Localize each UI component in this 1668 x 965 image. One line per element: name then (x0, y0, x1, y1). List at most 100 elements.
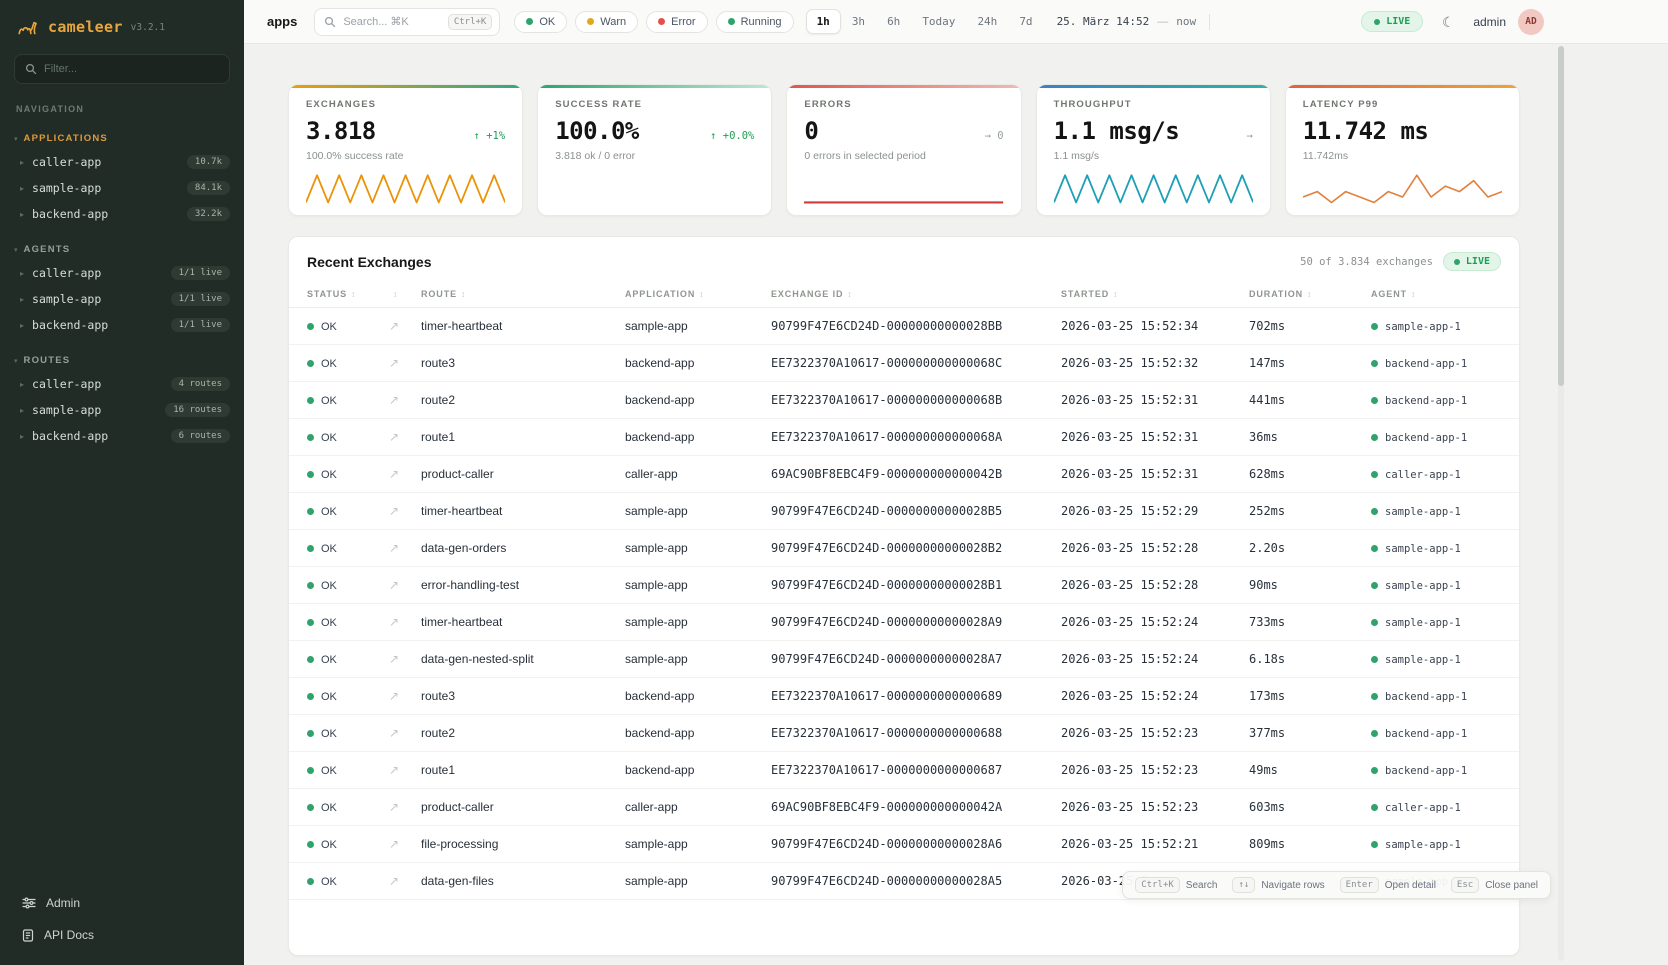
status-label: OK (321, 358, 337, 370)
sidebar-item[interactable]: ▸ sample-app 1/1 live (0, 286, 244, 312)
route-name[interactable]: product-caller (413, 456, 617, 493)
section-header-agents[interactable]: ▾ AGENTS (0, 239, 244, 260)
agent-name: caller-app-1 (1385, 802, 1461, 814)
table-row[interactable]: OK ↗ file-processing sample-app 90799F47… (289, 826, 1519, 863)
table-row[interactable]: OK ↗ timer-heartbeat sample-app 90799F47… (289, 604, 1519, 641)
live-badge[interactable]: LIVE (1361, 11, 1423, 32)
table-row[interactable]: OK ↗ route1 backend-app EE7322370A10617-… (289, 752, 1519, 789)
time-range-button[interactable]: 7d (1008, 9, 1043, 34)
table-row[interactable]: OK ↗ route1 backend-app EE7322370A10617-… (289, 419, 1519, 456)
table-row[interactable]: OK ↗ route3 backend-app EE7322370A10617-… (289, 678, 1519, 715)
section-header-routes[interactable]: ▾ ROUTES (0, 350, 244, 371)
route-name[interactable]: error-handling-test (413, 567, 617, 604)
route-name[interactable]: route3 (413, 678, 617, 715)
status-filter-chip[interactable]: OK (514, 11, 567, 33)
table-row[interactable]: OK ↗ product-caller caller-app 69AC90BF8… (289, 789, 1519, 826)
open-detail-icon[interactable]: ↗ (389, 430, 399, 444)
route-name[interactable]: data-gen-orders (413, 530, 617, 567)
agent-status-dot (1371, 508, 1378, 515)
open-detail-icon[interactable]: ↗ (389, 578, 399, 592)
time-range-button[interactable]: 1h (806, 9, 841, 34)
column-header[interactable]: AGENT↕ (1363, 281, 1519, 308)
agent-name: backend-app-1 (1385, 691, 1467, 703)
table-row[interactable]: OK ↗ data-gen-nested-split sample-app 90… (289, 641, 1519, 678)
agent-status-dot (1371, 656, 1378, 663)
sidebar-item[interactable]: ▸ backend-app 32.2k (0, 201, 244, 227)
open-detail-icon[interactable]: ↗ (389, 652, 399, 666)
table-row[interactable]: OK ↗ route3 backend-app EE7322370A10617-… (289, 345, 1519, 382)
time-range-button[interactable]: 24h (966, 9, 1008, 34)
sidebar-item[interactable]: ▸ backend-app 1/1 live (0, 312, 244, 338)
sidebar-item[interactable]: ▸ caller-app 1/1 live (0, 260, 244, 286)
duration-value: 173ms (1241, 678, 1363, 715)
scrollbar-thumb[interactable] (1558, 46, 1564, 386)
table-row[interactable]: OK ↗ error-handling-test sample-app 9079… (289, 567, 1519, 604)
column-header[interactable]: ↕ (381, 281, 413, 308)
sidebar-item[interactable]: ▸ sample-app 16 routes (0, 397, 244, 423)
open-detail-icon[interactable]: ↗ (389, 800, 399, 814)
table-row[interactable]: OK ↗ route2 backend-app EE7322370A10617-… (289, 715, 1519, 752)
open-detail-icon[interactable]: ↗ (389, 689, 399, 703)
table-row[interactable]: OK ↗ product-caller caller-app 69AC90BF8… (289, 456, 1519, 493)
route-name[interactable]: data-gen-nested-split (413, 641, 617, 678)
avatar[interactable]: AD (1518, 9, 1544, 35)
open-detail-icon[interactable]: ↗ (389, 837, 399, 851)
route-name[interactable]: route3 (413, 345, 617, 382)
dark-mode-toggle[interactable]: ☾ (1435, 9, 1461, 35)
route-name[interactable]: product-caller (413, 789, 617, 826)
global-search[interactable]: Ctrl+K (314, 8, 500, 36)
filter-input[interactable] (44, 63, 219, 75)
status-filter-chip[interactable]: Error (646, 11, 707, 33)
open-detail-icon[interactable]: ↗ (389, 763, 399, 777)
route-name[interactable]: timer-heartbeat (413, 493, 617, 530)
open-detail-icon[interactable]: ↗ (389, 541, 399, 555)
open-detail-icon[interactable]: ↗ (389, 356, 399, 370)
sidebar-item-admin[interactable]: Admin (0, 887, 244, 919)
application-name: caller-app (617, 456, 763, 493)
column-header[interactable]: EXCHANGE ID↕ (763, 281, 1053, 308)
sidebar-item[interactable]: ▸ sample-app 84.1k (0, 175, 244, 201)
column-header[interactable]: STATUS↕ (289, 281, 381, 308)
table-row[interactable]: OK ↗ timer-heartbeat sample-app 90799F47… (289, 308, 1519, 345)
column-header[interactable]: STARTED↕ (1053, 281, 1241, 308)
table-row[interactable]: OK ↗ data-gen-orders sample-app 90799F47… (289, 530, 1519, 567)
section-header-applications[interactable]: ▾ APPLICATIONS (0, 128, 244, 149)
sidebar-item-api-docs[interactable]: API Docs (0, 919, 244, 951)
table-live-badge[interactable]: LIVE (1443, 252, 1501, 271)
open-detail-icon[interactable]: ↗ (389, 874, 399, 888)
status-label: OK (321, 506, 337, 518)
app-logo[interactable]: cameleer v3.2.1 (0, 0, 244, 50)
exchange-id: 90799F47E6CD24D-00000000000028A7 (763, 641, 1053, 678)
column-header[interactable]: DURATION↕ (1241, 281, 1363, 308)
table-row[interactable]: OK ↗ timer-heartbeat sample-app 90799F47… (289, 493, 1519, 530)
scrollbar[interactable] (1558, 46, 1564, 961)
search-input[interactable] (343, 16, 440, 28)
open-detail-icon[interactable]: ↗ (389, 504, 399, 518)
column-header[interactable]: ROUTE↕ (413, 281, 617, 308)
column-header[interactable]: APPLICATION↕ (617, 281, 763, 308)
route-name[interactable]: file-processing (413, 826, 617, 863)
sidebar-item[interactable]: ▸ backend-app 6 routes (0, 423, 244, 449)
route-name[interactable]: timer-heartbeat (413, 604, 617, 641)
open-detail-icon[interactable]: ↗ (389, 319, 399, 333)
sidebar-item[interactable]: ▸ caller-app 10.7k (0, 149, 244, 175)
route-name[interactable]: route1 (413, 752, 617, 789)
time-range-button[interactable]: 3h (841, 9, 876, 34)
sidebar-filter[interactable] (14, 54, 230, 84)
status-filter-chip[interactable]: Running (716, 11, 794, 33)
route-name[interactable]: data-gen-files (413, 863, 617, 900)
route-name[interactable]: route1 (413, 419, 617, 456)
time-range-button[interactable]: 6h (876, 9, 911, 34)
table-row[interactable]: OK ↗ route2 backend-app EE7322370A10617-… (289, 382, 1519, 419)
open-detail-icon[interactable]: ↗ (389, 393, 399, 407)
open-detail-icon[interactable]: ↗ (389, 615, 399, 629)
open-detail-icon[interactable]: ↗ (389, 726, 399, 740)
route-name[interactable]: route2 (413, 382, 617, 419)
sidebar-item[interactable]: ▸ caller-app 4 routes (0, 371, 244, 397)
status-filter-label: Error (671, 16, 695, 28)
time-range-button[interactable]: Today (911, 9, 966, 34)
route-name[interactable]: route2 (413, 715, 617, 752)
route-name[interactable]: timer-heartbeat (413, 308, 617, 345)
open-detail-icon[interactable]: ↗ (389, 467, 399, 481)
status-filter-chip[interactable]: Warn (575, 11, 638, 33)
